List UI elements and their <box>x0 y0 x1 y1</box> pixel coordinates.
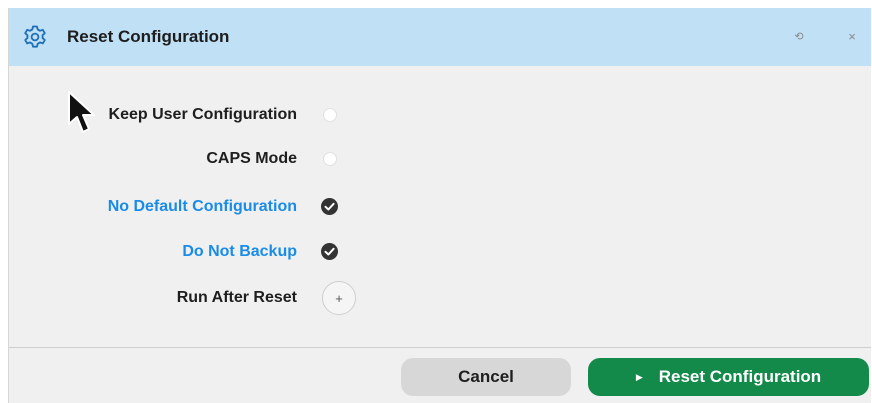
dialog-title: Reset Configuration <box>67 27 230 46</box>
option-row-do-not-backup: Do Not Backup <box>9 239 409 265</box>
checkmark-icon <box>324 202 335 211</box>
caps-mode-toggle[interactable] <box>323 152 337 166</box>
checkmark-icon <box>324 247 335 256</box>
option-label: No Default Configuration <box>107 198 297 215</box>
reset-configuration-dialog: Reset Configuration ⟲ × Keep User Config… <box>8 8 871 403</box>
cancel-button[interactable]: Cancel <box>401 358 571 396</box>
reset-configuration-button[interactable]: ▶ Reset Configuration <box>588 358 869 396</box>
option-label: Keep User Configuration <box>108 106 297 123</box>
mouse-pointer-icon <box>68 91 95 133</box>
option-row-run-after-reset: Run After Reset + <box>9 281 409 315</box>
option-row-caps-mode: CAPS Mode <box>9 146 409 172</box>
option-row-no-default-configuration: No Default Configuration <box>9 194 409 220</box>
close-icon: × <box>848 28 856 44</box>
keep-user-configuration-toggle[interactable] <box>323 108 337 122</box>
restore-button[interactable]: ⟲ <box>790 27 808 45</box>
title-bar: Reset Configuration ⟲ × <box>9 8 871 66</box>
do-not-backup-toggle[interactable] <box>321 243 338 260</box>
play-icon: ▶ <box>635 371 643 382</box>
option-label: Run After Reset <box>176 289 297 306</box>
footer-divider <box>9 347 871 348</box>
run-after-reset-add-button[interactable]: + <box>322 281 356 315</box>
reset-configuration-label: Reset Configuration <box>658 367 822 386</box>
option-label: CAPS Mode <box>206 150 297 167</box>
option-label: Do Not Backup <box>182 243 297 260</box>
no-default-configuration-toggle[interactable] <box>321 198 338 215</box>
gear-icon <box>24 25 46 48</box>
plus-icon: + <box>335 290 343 306</box>
close-button[interactable]: × <box>843 27 861 45</box>
restore-icon: ⟲ <box>794 30 804 43</box>
